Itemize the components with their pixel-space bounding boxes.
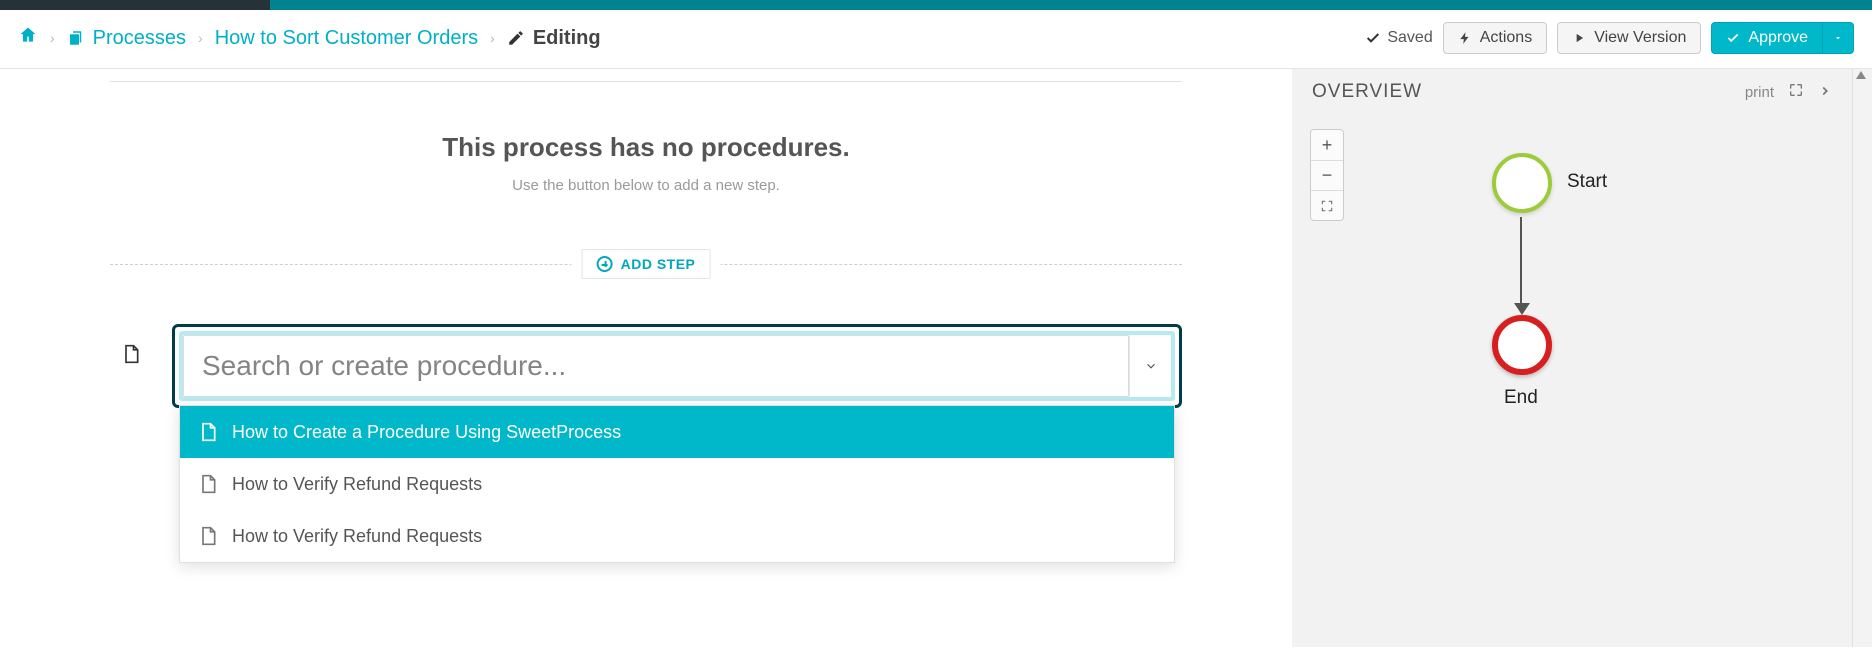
- overview-next-button[interactable]: [1818, 82, 1832, 103]
- approve-button[interactable]: Approve: [1711, 22, 1822, 54]
- overview-panel: OVERVIEW print + − Start: [1292, 69, 1852, 647]
- overview-diagram: Start End: [1292, 125, 1852, 647]
- plus-circle-icon: [597, 256, 613, 272]
- arrow-head-icon: [1514, 303, 1530, 315]
- procedure-combo-zone: How to Create a Procedure Using SweetPro…: [110, 324, 1182, 408]
- procedure-option[interactable]: How to Verify Refund Requests: [180, 458, 1174, 510]
- zoom-fit-button[interactable]: [1311, 190, 1343, 220]
- header-actions: Saved Actions View Version Approve: [1365, 22, 1854, 54]
- play-icon: [1572, 31, 1586, 45]
- procedure-option-label: How to Verify Refund Requests: [232, 526, 482, 547]
- home-link[interactable]: [18, 25, 38, 51]
- process-title-link[interactable]: How to Sort Customer Orders: [215, 27, 478, 50]
- editing-crumb: Editing: [507, 27, 601, 50]
- check-icon: [1365, 30, 1381, 46]
- add-step-wrap: ADD STEP: [572, 249, 721, 279]
- procedure-combo-inner: [179, 331, 1175, 401]
- end-node-label: End: [1504, 387, 1538, 409]
- file-icon: [198, 472, 218, 496]
- file-icon: [198, 420, 218, 444]
- caret-down-icon: [1833, 33, 1843, 43]
- zoom-in-button[interactable]: +: [1311, 130, 1343, 160]
- view-version-button[interactable]: View Version: [1557, 22, 1701, 54]
- main-pane: This process has no procedures. Use the …: [0, 69, 1292, 647]
- add-step-button[interactable]: ADD STEP: [582, 249, 711, 279]
- file-icon: [198, 524, 218, 548]
- top-divider: [110, 81, 1182, 82]
- pencil-icon: [507, 29, 525, 47]
- fit-icon: [1320, 199, 1334, 213]
- overview-title: OVERVIEW: [1312, 81, 1422, 103]
- expand-icon[interactable]: [1788, 82, 1804, 103]
- step-file-icon: [110, 324, 152, 369]
- breadcrumb: › Processes › How to Sort Customer Order…: [18, 25, 601, 51]
- processes-label: Processes: [93, 27, 186, 50]
- start-node-label: Start: [1567, 171, 1607, 193]
- procedure-combo: How to Create a Procedure Using SweetPro…: [172, 324, 1182, 408]
- chevron-down-icon: [1144, 359, 1158, 373]
- approve-label: Approve: [1748, 29, 1808, 47]
- breadcrumb-sep: ›: [490, 30, 495, 46]
- overview-tools: print: [1745, 82, 1832, 103]
- empty-title: This process has no procedures.: [20, 132, 1272, 163]
- procedure-dropdown-list: How to Create a Procedure Using SweetPro…: [179, 405, 1175, 563]
- breadcrumb-sep: ›: [198, 30, 203, 46]
- procedure-option-label: How to Verify Refund Requests: [232, 474, 482, 495]
- zoom-controls: + −: [1310, 129, 1344, 221]
- add-step-label: ADD STEP: [621, 256, 696, 272]
- processes-link[interactable]: Processes: [67, 27, 186, 50]
- end-node[interactable]: [1492, 315, 1552, 375]
- procedure-search-input[interactable]: [183, 335, 1129, 397]
- check-icon: [1726, 31, 1740, 45]
- combo-caret-button[interactable]: [1129, 335, 1171, 397]
- overview-header: OVERVIEW print: [1292, 69, 1852, 115]
- actions-button[interactable]: Actions: [1443, 22, 1547, 54]
- copy-icon: [67, 29, 85, 47]
- vertical-scrollbar[interactable]: [1852, 69, 1872, 647]
- top-app-bar-sliver: [0, 0, 1872, 10]
- approve-caret-button[interactable]: [1822, 22, 1854, 54]
- arrow-line: [1520, 217, 1522, 307]
- procedure-option-label: How to Create a Procedure Using SweetPro…: [232, 422, 621, 443]
- content-split: This process has no procedures. Use the …: [0, 69, 1872, 647]
- start-node[interactable]: [1492, 153, 1552, 213]
- actions-label: Actions: [1480, 29, 1532, 47]
- overview-print-link[interactable]: print: [1745, 84, 1774, 101]
- saved-indicator: Saved: [1365, 29, 1432, 47]
- saved-label: Saved: [1387, 29, 1432, 47]
- breadcrumb-sep: ›: [50, 30, 55, 46]
- add-step-row: ADD STEP: [110, 244, 1182, 284]
- empty-subtitle: Use the button below to add a new step.: [20, 177, 1272, 194]
- editing-label: Editing: [533, 27, 601, 50]
- view-version-label: View Version: [1594, 29, 1686, 47]
- procedure-option[interactable]: How to Verify Refund Requests: [180, 510, 1174, 562]
- header-row: › Processes › How to Sort Customer Order…: [0, 10, 1872, 69]
- zoom-out-button[interactable]: −: [1311, 160, 1343, 190]
- home-icon: [18, 25, 38, 45]
- chevron-right-icon: [1818, 84, 1832, 98]
- bolt-icon: [1458, 31, 1472, 45]
- approve-button-group: Approve: [1711, 22, 1854, 54]
- procedure-option[interactable]: How to Create a Procedure Using SweetPro…: [180, 406, 1174, 458]
